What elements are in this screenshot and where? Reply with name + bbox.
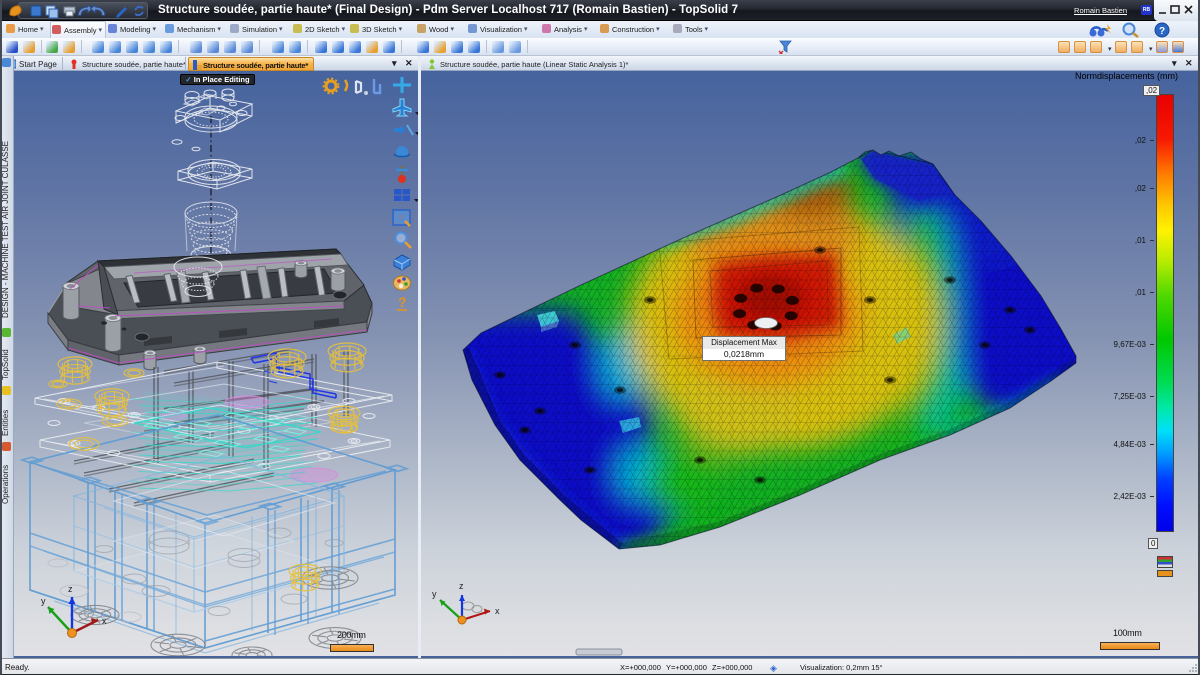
svg-text:y: y <box>41 596 46 606</box>
svg-text:x: x <box>495 606 500 616</box>
svg-text:?: ? <box>398 294 407 310</box>
svg-text:x: x <box>102 616 107 626</box>
svg-text:?: ? <box>1159 26 1165 37</box>
svg-text:z: z <box>68 584 73 594</box>
svg-text:z: z <box>459 581 464 591</box>
svg-text:y: y <box>432 589 437 599</box>
